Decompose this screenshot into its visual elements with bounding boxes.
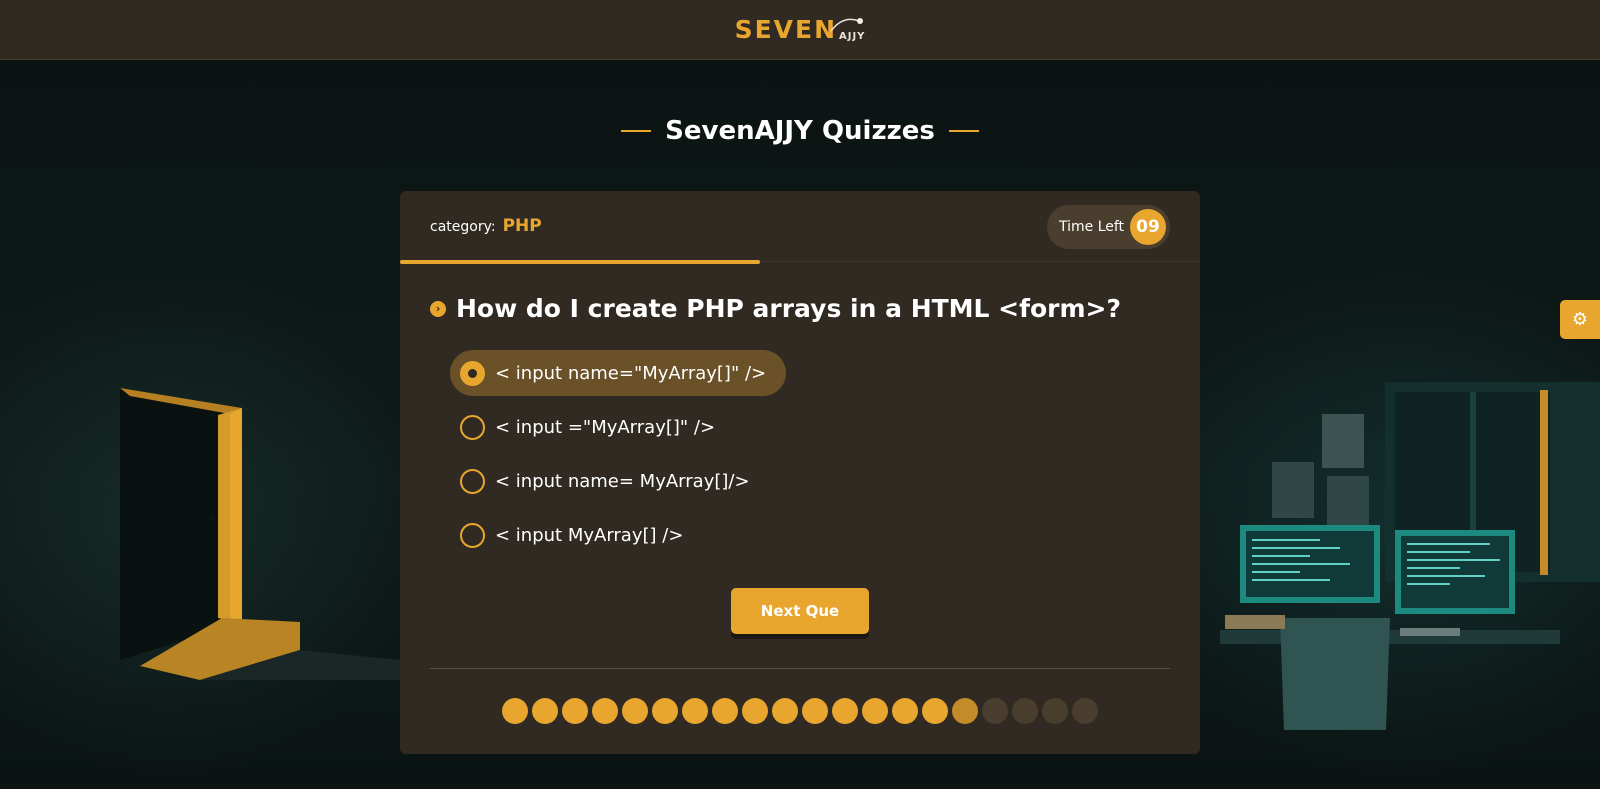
question-progress-dots bbox=[400, 698, 1200, 724]
gear-icon: ⚙ bbox=[1571, 309, 1589, 330]
progress-dot bbox=[712, 698, 738, 724]
radio-button[interactable] bbox=[460, 522, 485, 548]
answer-option[interactable]: < input name="MyArray[]" /> bbox=[450, 350, 787, 396]
progress-bar bbox=[400, 260, 1200, 264]
progress-dot bbox=[772, 698, 798, 724]
answer-option[interactable]: < input MyArray[] /> bbox=[450, 512, 703, 558]
progress-dot bbox=[802, 698, 828, 724]
progress-dot bbox=[652, 698, 678, 724]
progress-dot bbox=[592, 698, 618, 724]
settings-button[interactable]: ⚙ bbox=[1560, 300, 1600, 339]
timer: Time Left 09 bbox=[1047, 205, 1170, 249]
next-question-button[interactable]: Next Que bbox=[731, 588, 869, 634]
answer-text: < input ="MyArray[]" /> bbox=[495, 416, 716, 438]
progress-dot bbox=[892, 698, 918, 724]
progress-dot bbox=[622, 698, 648, 724]
progress-dot bbox=[532, 698, 558, 724]
progress-bar-fill bbox=[400, 260, 760, 264]
progress-dot bbox=[982, 698, 1008, 724]
progress-dot bbox=[742, 698, 768, 724]
desk-illustration bbox=[1220, 382, 1600, 730]
progress-dot bbox=[562, 698, 588, 724]
progress-dot bbox=[862, 698, 888, 724]
category-value: PHP bbox=[502, 216, 542, 236]
title-line-left bbox=[621, 130, 652, 132]
door-illustration bbox=[120, 388, 400, 680]
question: › How do I create PHP arrays in a HTML <… bbox=[430, 294, 1121, 323]
category: category: PHP bbox=[430, 216, 542, 236]
logo-text: SEVEN bbox=[734, 15, 837, 44]
page-title: SevenAJJY Quizzes bbox=[665, 116, 935, 146]
timer-label: Time Left bbox=[1059, 219, 1125, 235]
progress-dot bbox=[682, 698, 708, 724]
progress-dot bbox=[1072, 698, 1098, 724]
answer-option[interactable]: < input name= MyArray[]/> bbox=[450, 458, 770, 504]
quiz-card-header: category: PHP Time Left 09 bbox=[400, 191, 1200, 264]
answer-text: < input MyArray[] /> bbox=[495, 524, 684, 546]
progress-dot bbox=[1012, 698, 1038, 724]
radio-button[interactable] bbox=[460, 360, 485, 386]
answer-text: < input name= MyArray[]/> bbox=[495, 470, 750, 492]
answer-list: < input name="MyArray[]" /> < input ="My… bbox=[450, 350, 787, 566]
progress-dot bbox=[1042, 698, 1068, 724]
answer-option[interactable]: < input ="MyArray[]" /> bbox=[450, 404, 735, 450]
progress-dot bbox=[832, 698, 858, 724]
timer-count: 09 bbox=[1130, 209, 1166, 245]
page-title-block: SevenAJJY Quizzes bbox=[0, 116, 1600, 146]
progress-dot bbox=[952, 698, 978, 724]
logo-arc-icon bbox=[830, 18, 864, 32]
category-label: category: bbox=[430, 219, 496, 235]
radio-button[interactable] bbox=[460, 414, 485, 440]
quiz-card: category: PHP Time Left 09 › How do I cr… bbox=[400, 191, 1200, 754]
top-header: SEVEN AJJY bbox=[0, 0, 1600, 60]
progress-dot bbox=[922, 698, 948, 724]
question-text: How do I create PHP arrays in a HTML <fo… bbox=[456, 294, 1122, 323]
title-line-right bbox=[948, 130, 979, 132]
progress-dot bbox=[502, 698, 528, 724]
answer-text: < input name="MyArray[]" /> bbox=[495, 362, 767, 384]
chevron-right-icon: › bbox=[430, 300, 446, 317]
divider bbox=[430, 668, 1170, 669]
radio-button[interactable] bbox=[460, 468, 485, 494]
logo[interactable]: SEVEN AJJY bbox=[735, 15, 866, 44]
